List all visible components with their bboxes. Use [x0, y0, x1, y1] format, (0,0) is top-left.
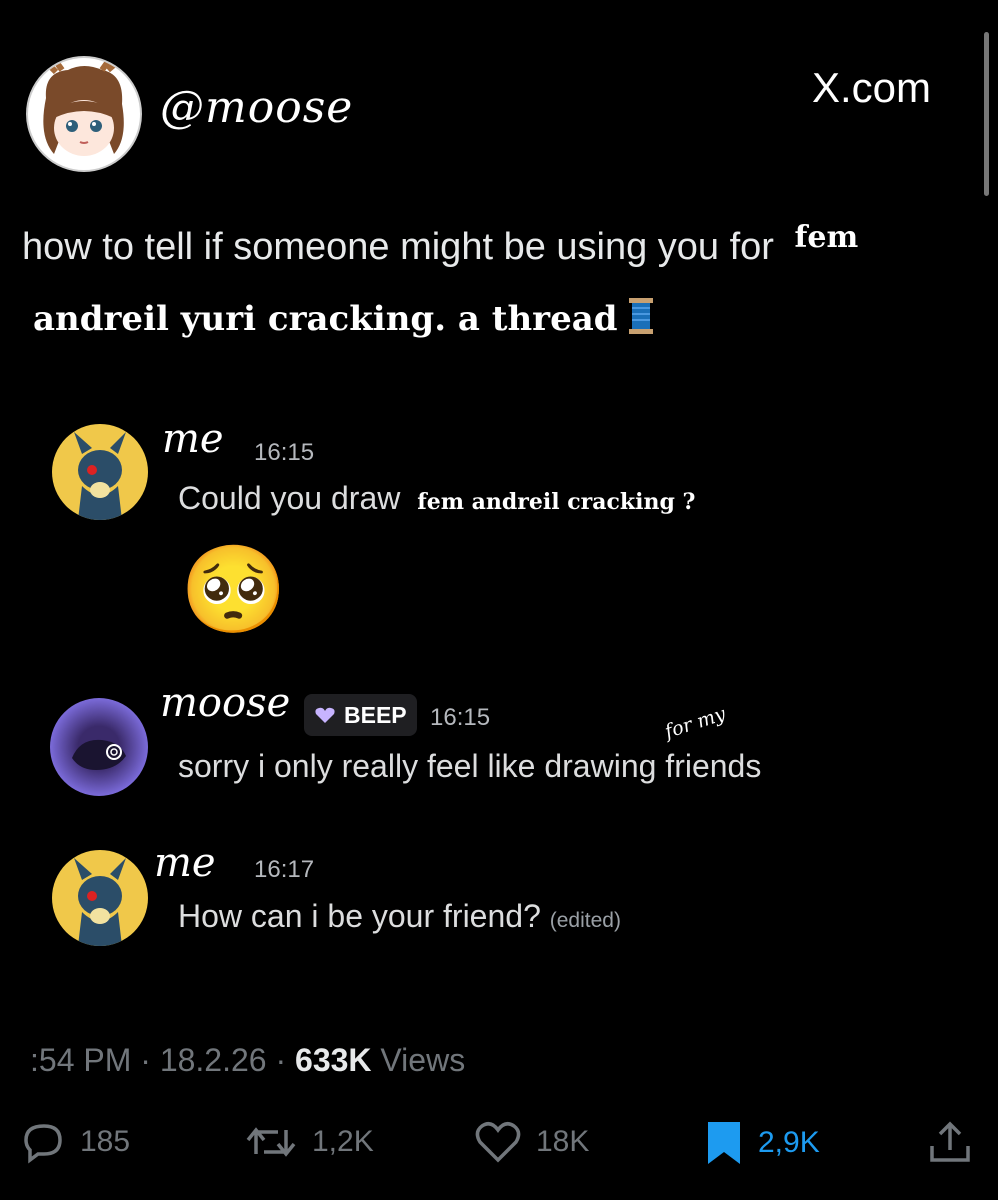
- bookmark-icon: [704, 1120, 744, 1166]
- message-1-text-plain: Could you draw: [178, 480, 401, 516]
- reply-icon: [22, 1120, 66, 1164]
- me-avatar-2[interactable]: [52, 850, 148, 946]
- handwritten-note: for my: [662, 702, 729, 744]
- message-3-text: How can i be your friend? (edited): [178, 898, 621, 935]
- message-3-time: 16:17: [254, 856, 315, 883]
- views-count: 633K: [295, 1042, 372, 1078]
- author-avatar[interactable]: [26, 56, 142, 172]
- repost-count: 1,2K: [312, 1125, 374, 1158]
- message-1-name: me: [162, 416, 224, 462]
- message-1-text-bold: fem andreil cracking ?: [417, 489, 696, 515]
- message-3-name: me: [154, 840, 216, 886]
- repost-button[interactable]: 1,2K: [244, 1120, 374, 1164]
- pleading-face-icon: 🥺: [180, 542, 288, 638]
- message-3-text-plain: How can i be your friend?: [178, 898, 541, 934]
- meta-separator-2: ·: [275, 1042, 296, 1078]
- share-icon: [928, 1120, 972, 1166]
- post-date[interactable]: 18.2.26: [160, 1042, 267, 1078]
- brand-label: X.com: [812, 64, 932, 111]
- like-button[interactable]: 18K: [474, 1120, 589, 1164]
- post-text-bold: fem: [794, 220, 859, 255]
- beep-badge-label: BEEP: [344, 701, 407, 728]
- scrollbar[interactable]: [984, 32, 989, 196]
- spool-icon: [627, 298, 655, 343]
- meta-separator-1: ·: [140, 1042, 160, 1078]
- message-1-time: 16:15: [254, 439, 315, 466]
- bookmark-button[interactable]: 2,9K: [704, 1120, 820, 1166]
- post-text: how to tell if someone might be using yo…: [22, 220, 858, 269]
- repost-icon: [244, 1120, 298, 1164]
- beep-badge: BEEP: [304, 694, 417, 736]
- author-handle[interactable]: @moose: [160, 82, 353, 133]
- post-text-prefix: how to tell if someone might be using yo…: [22, 226, 774, 268]
- post-meta: :54 PM · 18.2.26 · 633K Views: [30, 1042, 465, 1079]
- message-1-text: Could you draw fem andreil cracking ?: [178, 480, 695, 517]
- share-button[interactable]: [928, 1120, 972, 1166]
- post-time[interactable]: :54 PM: [30, 1042, 131, 1078]
- reply-button[interactable]: 185: [22, 1120, 130, 1164]
- me-avatar[interactable]: [52, 424, 148, 520]
- post-text-line2: andreil yuri cracking. a thread: [33, 298, 655, 343]
- heart-icon: [474, 1120, 522, 1164]
- message-2-name: moose: [160, 680, 291, 726]
- message-2-time: 16:15: [430, 704, 491, 731]
- reply-count: 185: [80, 1125, 131, 1158]
- moose-bot-avatar[interactable]: [50, 698, 148, 796]
- post-text-line2-text: andreil yuri cracking. a thread: [33, 299, 618, 339]
- edited-label: (edited): [549, 909, 621, 932]
- message-2-text: sorry i only really feel like drawing fr…: [178, 748, 762, 784]
- views-label: Views: [380, 1042, 466, 1078]
- bookmark-count: 2,9K: [758, 1126, 820, 1159]
- heart-gem-icon: [314, 706, 336, 724]
- like-count: 18K: [536, 1125, 590, 1158]
